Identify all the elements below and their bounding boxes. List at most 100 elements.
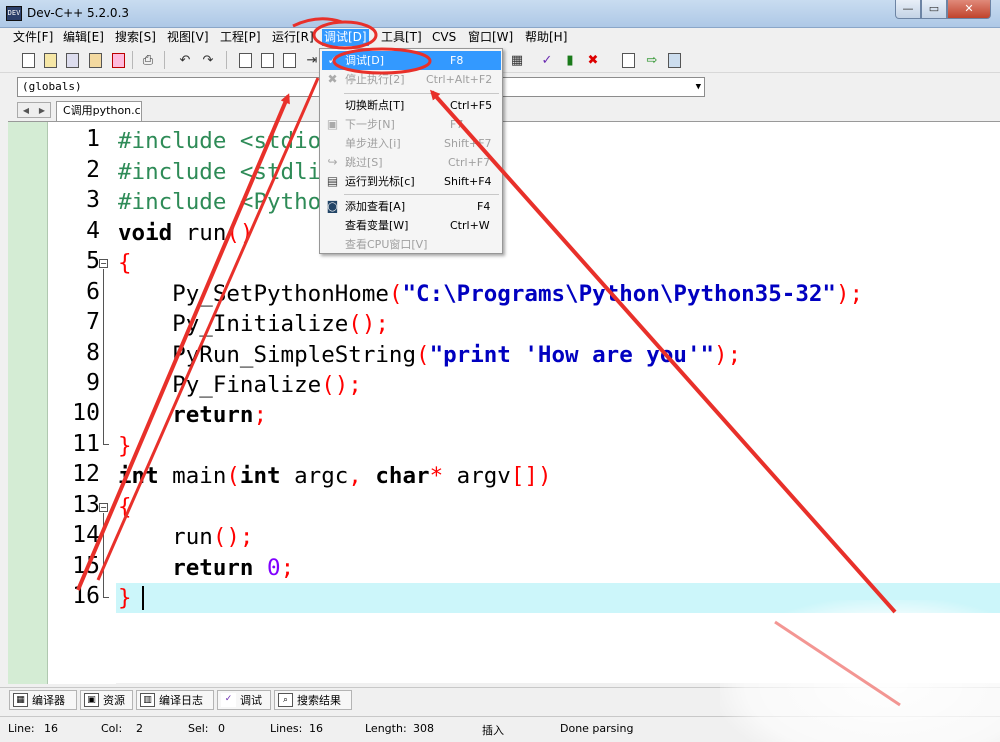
chevron-right-icon[interactable]: ▶	[39, 106, 45, 115]
menu-run[interactable]: 运行[R]	[270, 29, 316, 46]
line-number: 13	[72, 492, 100, 518]
close-file-icon[interactable]	[109, 51, 127, 69]
tab-compiler[interactable]: ▦ 编译器	[9, 690, 77, 710]
menu-file[interactable]: 文件[F]	[11, 29, 55, 46]
step-icon: ▣	[326, 117, 339, 131]
tab-scroll-buttons[interactable]: ◀ ▶	[17, 102, 51, 118]
menu-item-debug[interactable]: ✓ 调试[D] F8	[322, 51, 501, 70]
code-line: Py_Initialize();	[118, 311, 389, 337]
tab-file[interactable]: C调用python.c	[56, 101, 142, 121]
menu-item-watch-variables[interactable]: 查看变量[W] Ctrl+W	[322, 216, 501, 235]
tab-compile-log[interactable]: ▥ 编译日志	[136, 690, 214, 710]
close-button[interactable]: ✕	[947, 0, 991, 19]
print-icon[interactable]: ⎙	[139, 51, 157, 69]
resources-icon: ▣	[84, 693, 99, 707]
menu-item-shortcut: Ctrl+W	[450, 219, 490, 232]
menu-item-run-to-cursor[interactable]: ▤ 运行到光标[c] Shift+F4	[322, 172, 501, 191]
tab-label: 编译器	[32, 694, 65, 707]
line-number: 15	[72, 553, 100, 579]
menu-item-skip[interactable]: ↪ 跳过[S] Ctrl+F7	[322, 153, 501, 172]
menu-item-label: 添加查看[A]	[345, 200, 406, 213]
menu-item-label: 运行到光标[c]	[345, 175, 415, 188]
menu-project[interactable]: 工程[P]	[218, 29, 263, 46]
line-number: 5	[86, 248, 100, 274]
find-icon[interactable]	[236, 51, 254, 69]
view-grid-icon[interactable]: ▦	[508, 51, 526, 69]
line-number: 10	[72, 400, 100, 426]
menu-tools[interactable]: 工具[T]	[379, 29, 424, 46]
menu-item-label: 查看变量[W]	[345, 219, 409, 232]
menu-separator	[344, 93, 499, 94]
menu-item-shortcut: Ctrl+F5	[450, 99, 493, 112]
menu-cvs[interactable]: CVS	[430, 29, 458, 46]
menu-search[interactable]: 搜索[S]	[113, 29, 158, 46]
add-watch-icon: ◙	[326, 199, 339, 213]
code-editor[interactable]: 1 2 3 4 5 6 7 8 9 10 11 12 13 14 15 16 −…	[8, 121, 1000, 684]
tab-label: 编译日志	[159, 694, 203, 707]
skip-icon: ↪	[327, 155, 338, 169]
code-line: Py_Finalize();	[118, 372, 362, 398]
menu-window[interactable]: 窗口[W]	[466, 29, 515, 46]
menu-item-next-step[interactable]: ▣ 下一步[N] F7	[322, 115, 501, 134]
menu-item-toggle-breakpoint[interactable]: 切换断点[T] Ctrl+F5	[322, 96, 501, 115]
check-icon: ✓	[327, 53, 338, 67]
line-number: 12	[72, 461, 100, 487]
code-line: run();	[118, 524, 254, 550]
undo-icon[interactable]: ↶	[176, 51, 194, 69]
find-next-icon[interactable]	[258, 51, 276, 69]
fold-toggle-icon[interactable]: −	[99, 503, 108, 512]
menu-item-label: 查看CPU窗口[V]	[345, 238, 428, 251]
chevron-left-icon[interactable]: ◀	[23, 106, 29, 115]
status-lines-value: 16	[309, 722, 323, 735]
fold-line	[103, 269, 104, 444]
chart-icon[interactable]: ▮	[561, 51, 579, 69]
redo-icon[interactable]: ↷	[199, 51, 217, 69]
tab-resources[interactable]: ▣ 资源	[80, 690, 133, 710]
status-col-value: 2	[136, 722, 143, 735]
delete-icon[interactable]: ✖	[584, 51, 602, 69]
status-lines-label: Lines:	[270, 722, 303, 735]
new-file-icon[interactable]	[19, 51, 37, 69]
menu-debug[interactable]: 调试[D]	[322, 29, 369, 46]
menu-item-shortcut: Ctrl+Alt+F2	[426, 73, 493, 86]
fold-toggle-icon[interactable]: −	[99, 259, 108, 268]
title-bar[interactable]: DEV Dev-C++ 5.2.0.3 — ▭ ✕	[0, 0, 1000, 28]
tab-debug[interactable]: ✓ 调试	[217, 690, 271, 710]
code-line: return;	[172, 402, 268, 428]
menu-separator	[344, 194, 499, 195]
tab-search-results[interactable]: ⌕ 搜索结果	[274, 690, 352, 710]
menu-item-label: 单步进入[i]	[345, 137, 401, 150]
status-sel-value: 0	[218, 722, 225, 735]
line-number: 16	[72, 583, 100, 609]
check-icon[interactable]: ✓	[538, 51, 556, 69]
insert-icon[interactable]: ⇨	[643, 51, 661, 69]
open-file-icon[interactable]	[41, 51, 59, 69]
fold-line-end	[103, 597, 109, 598]
save-all-icon[interactable]	[86, 51, 104, 69]
menu-item-shortcut: Shift+F4	[444, 175, 492, 188]
menu-item-label: 下一步[N]	[345, 118, 395, 131]
minimize-button[interactable]: —	[895, 0, 921, 19]
code-line: {	[118, 494, 132, 520]
menu-help[interactable]: 帮助[H]	[523, 29, 569, 46]
save-icon[interactable]	[63, 51, 81, 69]
status-length-label: Length:	[365, 722, 407, 735]
menu-item-step-into[interactable]: 单步进入[i] Shift+F7	[322, 134, 501, 153]
status-message: Done parsing	[560, 722, 634, 735]
menu-item-add-watch[interactable]: ◙ 添加查看[A] F4	[322, 197, 501, 216]
menu-item-stop[interactable]: ✖ 停止执行[2] Ctrl+Alt+F2	[322, 70, 501, 89]
menu-item-shortcut: Ctrl+F7	[448, 156, 491, 169]
menu-item-cpu-window[interactable]: 查看CPU窗口[V]	[322, 235, 501, 254]
grid-icon: ▦	[13, 693, 28, 707]
maximize-button[interactable]: ▭	[921, 0, 947, 19]
step-out-icon[interactable]	[619, 51, 637, 69]
breakpoint-gutter[interactable]	[8, 122, 48, 684]
replace-icon[interactable]	[280, 51, 298, 69]
menu-item-label: 停止执行[2]	[345, 73, 405, 86]
menu-edit[interactable]: 编辑[E]	[61, 29, 106, 46]
chevron-down-icon[interactable]: ▼	[696, 78, 701, 96]
toolbar-separator	[164, 51, 165, 69]
bookmark-icon[interactable]	[665, 51, 683, 69]
code-line: return 0;	[172, 555, 295, 581]
menu-view[interactable]: 视图[V]	[165, 29, 211, 46]
